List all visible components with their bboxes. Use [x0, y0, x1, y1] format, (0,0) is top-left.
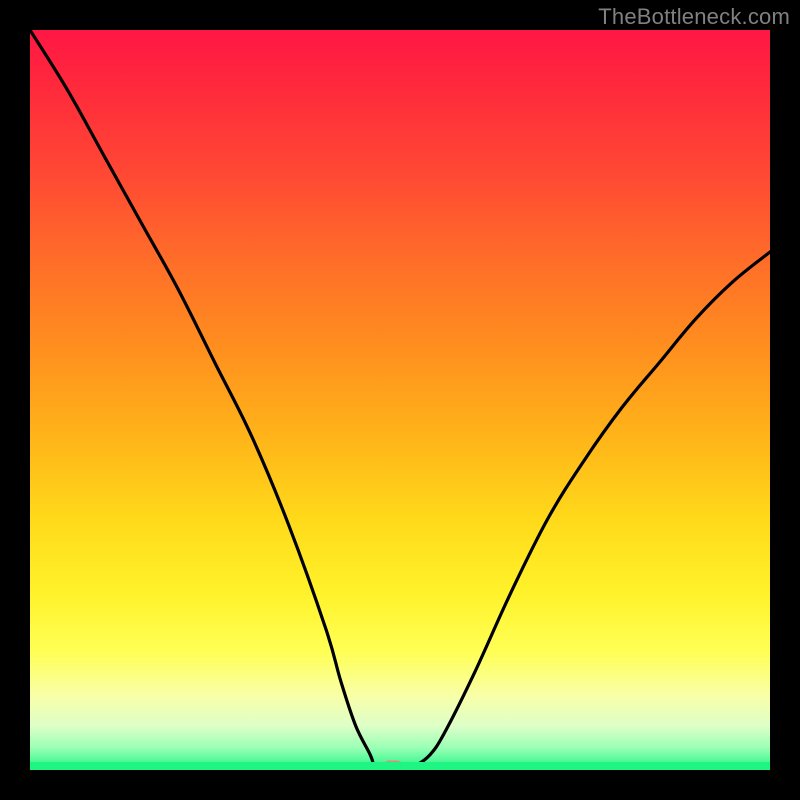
plot-area: [30, 30, 770, 770]
chart-frame: TheBottleneck.com: [0, 0, 800, 800]
bottleneck-curve: [30, 30, 770, 770]
green-baseline: [30, 762, 770, 770]
watermark-text: TheBottleneck.com: [598, 4, 790, 30]
